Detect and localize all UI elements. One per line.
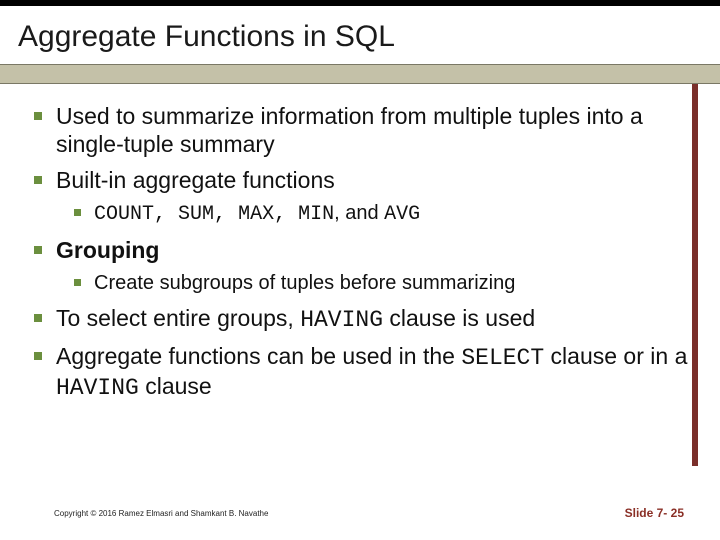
separator: , (274, 203, 298, 226)
code-text: HAVING (300, 307, 383, 333)
title-divider (0, 64, 720, 84)
bullet-text: To select entire groups, (56, 305, 300, 331)
bullet-text: clause (139, 373, 212, 399)
code-text: HAVING (56, 375, 139, 401)
bullet-item: To select entire groups, HAVING clause i… (30, 304, 690, 334)
bullet-item: Grouping Create subgroups of tuples befo… (30, 236, 690, 296)
sub-bullet-item: COUNT, SUM, MAX, MIN, and AVG (56, 200, 690, 228)
bullet-text: Built-in aggregate functions (56, 167, 335, 193)
code-text: AVG (384, 203, 420, 226)
sub-bullet-list: Create subgroups of tuples before summar… (56, 270, 690, 296)
bullet-text: clause is used (383, 305, 535, 331)
sub-bullet-list: COUNT, SUM, MAX, MIN, and AVG (56, 200, 690, 228)
bullet-item: Used to summarize information from multi… (30, 102, 690, 158)
separator: , (214, 203, 238, 226)
code-text: MIN (298, 203, 334, 226)
separator: , (154, 203, 178, 226)
code-text: SUM (178, 203, 214, 226)
code-text: COUNT (94, 203, 154, 226)
slide-body: Used to summarize information from multi… (0, 84, 720, 402)
separator: , (334, 202, 345, 224)
bullet-item: Built-in aggregate functions COUNT, SUM,… (30, 166, 690, 228)
footer-copyright: Copyright © 2016 Ramez Elmasri and Shamk… (54, 509, 268, 518)
slide: Aggregate Functions in SQL Used to summa… (0, 0, 720, 540)
bullet-list: Used to summarize information from multi… (30, 102, 690, 402)
footer-slide-number: Slide 7- 25 (625, 506, 684, 520)
bullet-text: Grouping (56, 237, 159, 263)
bullet-text: Aggregate functions can be used in the (56, 343, 461, 369)
bullet-text: Create subgroups of tuples before summar… (94, 272, 515, 294)
sub-bullet-item: Create subgroups of tuples before summar… (56, 270, 690, 296)
code-text: MAX (238, 203, 274, 226)
bullet-text: and (345, 202, 384, 224)
bullet-text: Used to summarize information from multi… (56, 103, 643, 157)
right-accent-bar (692, 84, 698, 466)
slide-title: Aggregate Functions in SQL (0, 6, 720, 64)
code-text: SELECT (461, 345, 544, 371)
bullet-text: clause or in a (544, 343, 687, 369)
bullet-item: Aggregate functions can be used in the S… (30, 342, 690, 402)
